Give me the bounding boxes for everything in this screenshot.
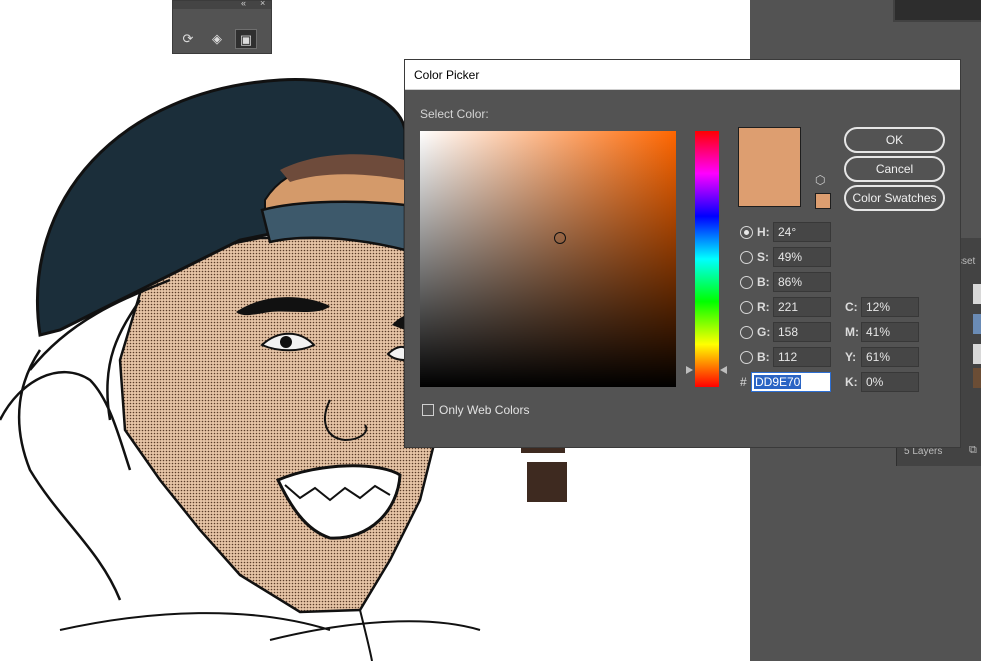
- green-radio[interactable]: [740, 326, 753, 339]
- yellow-label: Y:: [845, 350, 857, 364]
- brightness-input[interactable]: 86%: [773, 272, 831, 292]
- brightness-label: B:: [757, 275, 770, 289]
- brightness-row: B: 86%: [740, 272, 835, 292]
- blue-input[interactable]: 112: [773, 347, 831, 367]
- saturation-radio[interactable]: [740, 251, 753, 264]
- red-label: R:: [757, 300, 770, 314]
- saturation-input[interactable]: 49%: [773, 247, 831, 267]
- hex-input[interactable]: DD9E70: [751, 372, 831, 392]
- color-marker[interactable]: [554, 232, 566, 244]
- double-chevron-icon[interactable]: «: [241, 0, 246, 8]
- red-input[interactable]: 221: [773, 297, 831, 317]
- panel-thumbnail: [893, 0, 981, 22]
- layer-thumbnail[interactable]: [973, 314, 981, 334]
- floating-tool-panel[interactable]: « × ⟳ ◈ ▣: [172, 0, 272, 54]
- brightness-radio[interactable]: [740, 276, 753, 289]
- red-row: R: 221: [740, 297, 835, 317]
- screen-mode-icon[interactable]: ▣: [235, 29, 257, 49]
- new-color-preview: [738, 127, 801, 207]
- close-icon[interactable]: ×: [260, 0, 265, 8]
- hue-row: H: 24°: [740, 222, 835, 242]
- hue-radio[interactable]: [740, 226, 753, 239]
- layer-thumbnail[interactable]: [973, 344, 981, 364]
- magenta-label: M:: [845, 325, 859, 339]
- layer-thumbnail[interactable]: [973, 284, 981, 304]
- blue-radio[interactable]: [740, 351, 753, 364]
- ok-button[interactable]: OK: [844, 127, 945, 153]
- yellow-row: Y: 61%: [845, 347, 920, 367]
- red-radio[interactable]: [740, 301, 753, 314]
- canvas-swatch: [527, 462, 567, 502]
- paint-bucket-icon[interactable]: ◈: [206, 29, 228, 49]
- layer-thumbnail[interactable]: [973, 368, 981, 388]
- cancel-button[interactable]: Cancel: [844, 156, 945, 182]
- black-row: K: 0%: [845, 372, 920, 392]
- hue-slider[interactable]: [695, 131, 719, 387]
- panel-drag-bar[interactable]: « ×: [173, 0, 271, 9]
- hex-value-selected: DD9E70: [754, 375, 802, 389]
- black-label: K:: [845, 375, 858, 389]
- cyan-label: C:: [845, 300, 858, 314]
- hue-label: H:: [757, 225, 770, 239]
- web-safe-swatch[interactable]: [815, 193, 831, 209]
- magenta-row: M: 41%: [845, 322, 920, 342]
- green-row: G: 158: [740, 322, 835, 342]
- saturation-brightness-field[interactable]: [420, 131, 676, 387]
- blue-row: B: 112: [740, 347, 835, 367]
- new-layer-icon[interactable]: ⧉: [969, 444, 977, 457]
- only-web-colors-label: Only Web Colors: [439, 403, 530, 417]
- color-picker-dialog: Color Picker Select Color: ⬡ OK Cancel C…: [404, 59, 961, 448]
- only-web-colors-checkbox[interactable]: [422, 404, 434, 416]
- saturation-label: S:: [757, 250, 769, 264]
- rotate-view-icon[interactable]: ⟳: [177, 29, 199, 49]
- hex-row: # DD9E70: [740, 372, 835, 392]
- black-input[interactable]: 0%: [861, 372, 919, 392]
- select-color-label: Select Color:: [420, 107, 489, 121]
- hue-input[interactable]: 24°: [773, 222, 831, 242]
- saturation-row: S: 49%: [740, 247, 835, 267]
- cyan-row: C: 12%: [845, 297, 920, 317]
- magenta-input[interactable]: 41%: [861, 322, 919, 342]
- gamut-cube-icon[interactable]: ⬡: [815, 173, 825, 187]
- hue-slider-handle-left[interactable]: [686, 365, 693, 374]
- green-input[interactable]: 158: [773, 322, 831, 342]
- hex-label: #: [740, 375, 747, 389]
- hue-slider-handle-right[interactable]: [720, 365, 727, 374]
- dialog-titlebar[interactable]: Color Picker: [405, 60, 960, 90]
- cyan-input[interactable]: 12%: [861, 297, 919, 317]
- blue-label: B:: [757, 350, 770, 364]
- dialog-title: Color Picker: [414, 68, 480, 82]
- yellow-input[interactable]: 61%: [861, 347, 919, 367]
- green-label: G:: [757, 325, 771, 339]
- color-swatches-button[interactable]: Color Swatches: [844, 185, 945, 211]
